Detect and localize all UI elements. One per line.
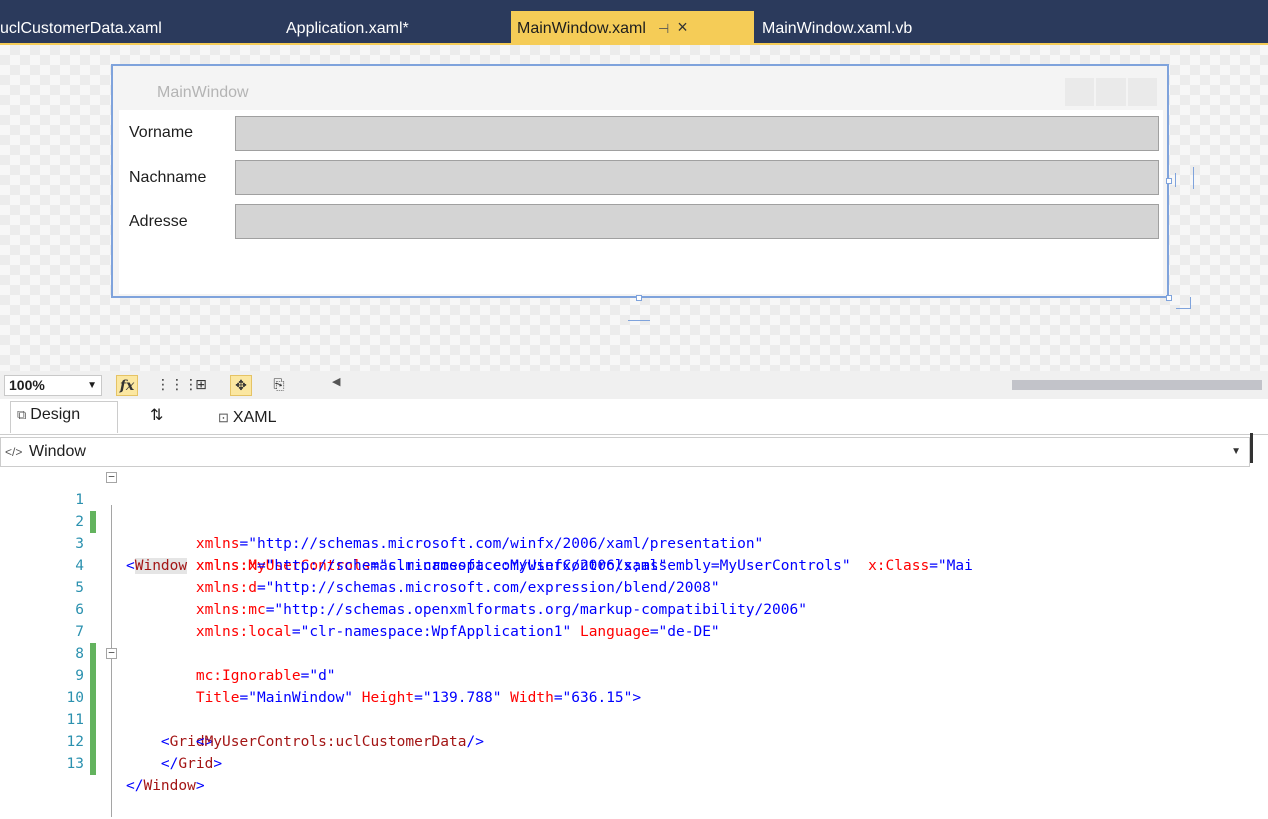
- resize-handle-bottom[interactable]: [636, 295, 642, 301]
- fold-minus-icon[interactable]: −: [106, 471, 117, 483]
- chevron-down-icon: ▼: [1231, 446, 1241, 457]
- textbox-adresse[interactable]: [235, 204, 1159, 239]
- code-line-11: 11 </Grid>: [66, 712, 223, 772]
- element-navigator-dropdown[interactable]: </> Window ▼: [0, 437, 1250, 467]
- grid-icon[interactable]: ⋮⋮⋮: [156, 375, 198, 396]
- tab-label: Application.xaml*: [286, 20, 409, 37]
- close-icon[interactable]: ×: [677, 11, 688, 43]
- designer-toolbar: 100% ▼ fx ⋮⋮⋮ ⊞ ✥ ⎘ ◀: [0, 371, 1268, 399]
- textbox-nachname[interactable]: [235, 160, 1159, 195]
- window-caption-buttons: [1063, 78, 1157, 106]
- code-line-9: 9 − <Grid>: [75, 646, 214, 750]
- chevron-down-icon: ▼: [87, 380, 97, 391]
- code-line-10: 10 <MyUserControls:uclCustomerData/>: [66, 690, 484, 750]
- code-line-12: 12 </Window>: [66, 734, 205, 794]
- resize-handle-corner[interactable]: [1166, 295, 1172, 301]
- document-tab-strip: uclCustomerData.xaml Application.xaml* M…: [0, 0, 1268, 45]
- margin-guide-right-outer: [1193, 167, 1194, 189]
- tab-mainwindow-xaml[interactable]: MainWindow.xaml ⊣ ×: [511, 11, 754, 43]
- zoom-dropdown[interactable]: 100% ▼: [4, 375, 102, 396]
- tab-label: uclCustomerData.xaml: [0, 20, 162, 37]
- code-line-1: 1 − <Window xmlns:MyUserControls="clr-na…: [75, 470, 973, 574]
- code-line-13: 13: [66, 756, 84, 772]
- design-icon: ⧉: [17, 407, 27, 422]
- margin-guide-corner-v: [1190, 297, 1191, 309]
- tab-application[interactable]: Application.xaml*: [286, 14, 409, 43]
- tab-uclcustomerdata[interactable]: uclCustomerData.xaml: [0, 14, 162, 43]
- element-navigator-value: Window: [29, 443, 86, 460]
- element-icon: </>: [5, 445, 23, 459]
- change-bar: [90, 753, 96, 775]
- margin-guide-bottom: [628, 320, 650, 321]
- tab-xaml[interactable]: ⊡ XAML: [218, 409, 276, 427]
- textbox-vorname[interactable]: [235, 116, 1159, 151]
- label-nachname: Nachname: [129, 169, 207, 186]
- fx-button[interactable]: fx: [116, 375, 138, 396]
- design-surface[interactable]: MainWindow Vorname Nachname Adresse: [0, 45, 1268, 371]
- swap-panes-button[interactable]: ⇅: [150, 405, 163, 425]
- layout-rounding-icon[interactable]: ⎘: [268, 375, 290, 396]
- code-line-6: 6 xmlns:local="clr-namespace:WpfApplicat…: [75, 602, 720, 640]
- designer-window[interactable]: MainWindow Vorname Nachname Adresse: [111, 64, 1169, 298]
- pin-icon[interactable]: ⊣: [658, 13, 669, 45]
- scroll-thumb[interactable]: [1012, 380, 1262, 390]
- visual-studio-xaml-editor: uclCustomerData.xaml Application.xaml* M…: [0, 0, 1268, 819]
- xaml-code-editor[interactable]: 1 − <Window xmlns:MyUserControls="clr-na…: [0, 467, 1268, 819]
- tab-mainwindow-xaml-vb[interactable]: MainWindow.xaml.vb: [762, 14, 912, 43]
- user-control-area[interactable]: Vorname Nachname Adresse: [119, 110, 1163, 294]
- code-line-4: 4 xmlns:d="http://schemas.microsoft.com/…: [75, 558, 720, 596]
- zoom-value: 100%: [9, 377, 45, 393]
- designer-window-title: MainWindow: [157, 84, 249, 101]
- code-line-5: 5 xmlns:mc="http://schemas.openxmlformat…: [75, 580, 807, 618]
- tab-label: MainWindow.xaml.vb: [762, 20, 913, 37]
- code-line-7: 7 mc:Ignorable="d": [75, 624, 336, 684]
- xaml-icon: ⊡: [218, 410, 229, 425]
- label-vorname: Vorname: [129, 124, 194, 141]
- view-tabs: ⧉ Design ⇅ ⊡ XAML: [0, 399, 1268, 435]
- scroll-left-icon[interactable]: ◀: [332, 375, 340, 388]
- horizontal-scrollbar[interactable]: ◀: [332, 375, 1262, 393]
- code-line-8: 8 Title="MainWindow" Height="139.788" Wi…: [75, 646, 642, 706]
- code-line-3: 3 xmlns:x="http://schemas.microsoft.com/…: [75, 536, 668, 574]
- label-adresse: Adresse: [129, 213, 188, 230]
- snap-lines-icon[interactable]: ✥: [230, 375, 252, 396]
- margin-guide-right: [1175, 173, 1176, 187]
- tab-label: MainWindow.xaml: [517, 20, 646, 37]
- tab-design[interactable]: ⧉ Design: [10, 401, 118, 433]
- splitter-mark: [1250, 433, 1253, 463]
- margin-guide-corner-h: [1176, 308, 1190, 309]
- fold-minus-icon[interactable]: −: [106, 647, 117, 659]
- code-line-2: 2 xmlns="http://schemas.microsoft.com/wi…: [75, 514, 764, 552]
- resize-handle-right[interactable]: [1166, 178, 1172, 184]
- snap-grid-icon[interactable]: ⊞: [190, 375, 212, 396]
